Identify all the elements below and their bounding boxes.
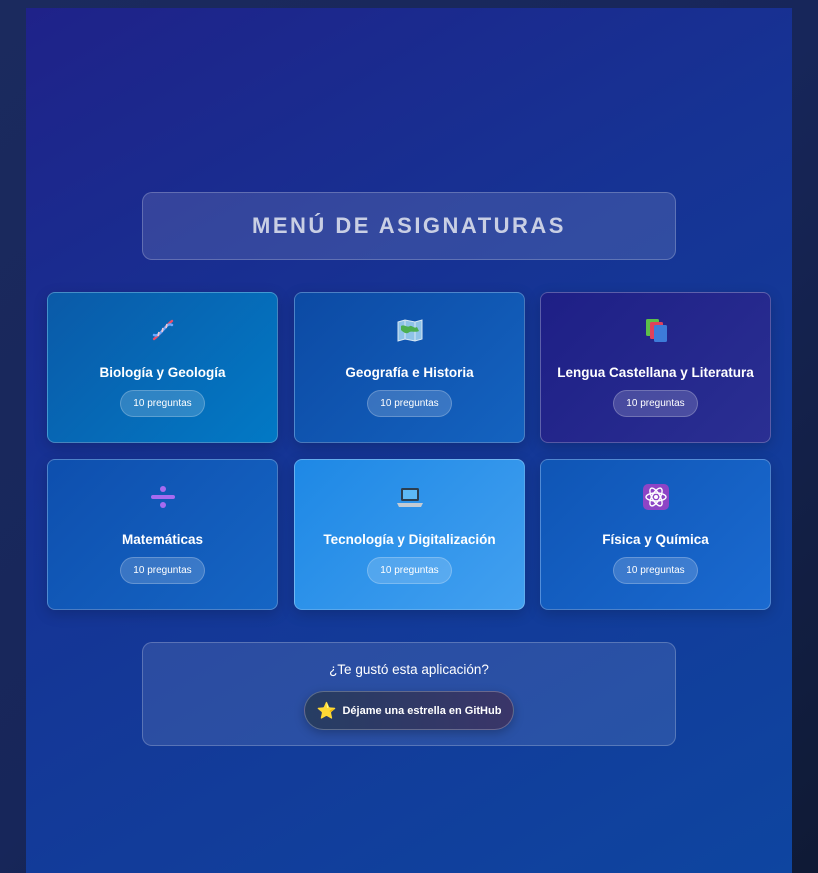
question-count-badge: 10 preguntas — [120, 557, 205, 584]
laptop-icon — [395, 482, 425, 512]
subject-name: Biología y Geología — [99, 365, 226, 380]
subject-name: Física y Química — [602, 532, 709, 547]
map-icon — [395, 315, 425, 345]
subject-card-geografia[interactable]: Geografía e Historia 10 preguntas — [294, 292, 525, 443]
question-count-badge: 10 preguntas — [613, 557, 698, 584]
title-banner: MENÚ DE ASIGNATURAS — [142, 192, 676, 260]
question-count-badge: 10 preguntas — [120, 390, 205, 417]
divide-icon — [148, 482, 178, 512]
subject-name: Geografía e Historia — [345, 365, 474, 380]
subject-card-lengua[interactable]: Lengua Castellana y Literatura 10 pregun… — [540, 292, 771, 443]
subject-card-biologia[interactable]: Biología y Geología 10 preguntas — [47, 292, 278, 443]
github-star-button[interactable]: ⭐ Déjame una estrella en GitHub — [304, 691, 514, 730]
feedback-panel: ¿Te gustó esta aplicación? ⭐ Déjame una … — [142, 642, 676, 746]
feedback-question: ¿Te gustó esta aplicación? — [329, 662, 489, 677]
page-title: MENÚ DE ASIGNATURAS — [252, 213, 566, 238]
books-icon — [641, 315, 671, 345]
subject-name: Matemáticas — [121, 532, 204, 547]
question-count-badge: 10 preguntas — [367, 390, 452, 417]
atom-icon — [641, 482, 671, 512]
subject-name: Tecnología y Digitalización — [323, 532, 496, 547]
star-icon: ⭐ — [316, 702, 337, 720]
dna-icon — [148, 315, 178, 345]
subject-name: Lengua Castellana y Literatura — [557, 365, 754, 380]
subject-card-fisica[interactable]: Física y Química 10 preguntas — [540, 459, 771, 610]
subject-card-matematicas[interactable]: Matemáticas 10 preguntas — [47, 459, 278, 610]
question-count-badge: 10 preguntas — [367, 557, 452, 584]
app-container: MENÚ DE ASIGNATURAS Biología y Geología … — [26, 8, 792, 873]
github-star-label: Déjame una estrella en GitHub — [342, 704, 502, 717]
subject-card-tecnologia[interactable]: Tecnología y Digitalización 10 preguntas — [294, 459, 525, 610]
question-count-badge: 10 preguntas — [613, 390, 698, 417]
